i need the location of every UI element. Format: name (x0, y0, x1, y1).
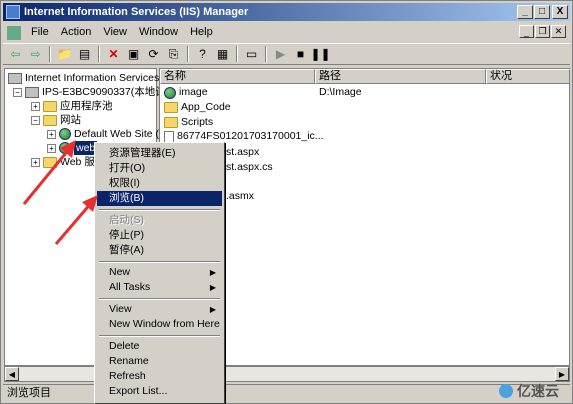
list-item[interactable]: image (164, 85, 208, 100)
collapse-icon[interactable]: − (13, 87, 22, 97)
tree-root[interactable]: Internet Information Services (8, 71, 159, 85)
expand-icon[interactable]: + (31, 157, 40, 167)
mdi-restore-button[interactable]: ❐ (535, 25, 550, 38)
folder-icon (43, 156, 57, 168)
ctx-delete[interactable]: Delete (97, 339, 222, 354)
globe-icon (59, 142, 71, 154)
forward-icon[interactable]: ⇨ (27, 46, 44, 63)
mdi-minimize-button[interactable]: _ (519, 25, 534, 38)
scroll-left-icon[interactable]: ◀ (5, 367, 19, 381)
ctx-view[interactable]: View ▶ (97, 302, 222, 317)
list-path: D:\Image (319, 86, 362, 98)
list-item[interactable]: .asmx (226, 189, 254, 204)
folder-icon (164, 117, 178, 128)
menu-file[interactable]: File (25, 23, 55, 42)
stop-icon[interactable]: ■ (292, 46, 309, 63)
ctx-permissions[interactable]: 权限(I) (97, 176, 222, 191)
maximize-button[interactable]: □ (534, 5, 550, 19)
ctx-stop[interactable]: 停止(P) (97, 228, 222, 243)
computer-icon[interactable]: ▭ (243, 46, 260, 63)
list-item[interactable]: st.aspx.cs (226, 160, 273, 175)
menu-action[interactable]: Action (55, 23, 98, 42)
pause-icon[interactable]: ❚❚ (310, 46, 330, 63)
console-icon[interactable]: ▦ (214, 46, 231, 63)
ctx-browse[interactable]: 浏览(B) (97, 191, 222, 206)
file-icon (164, 130, 174, 143)
ctx-refresh[interactable]: Refresh (97, 369, 222, 384)
list-item[interactable]: App_Code (164, 100, 231, 115)
watermark-logo-icon (499, 384, 513, 398)
play-icon[interactable]: ▶ (272, 46, 289, 63)
delete-icon[interactable]: ✕ (105, 46, 122, 63)
help-icon[interactable]: ? (194, 46, 211, 63)
tree-app-pools[interactable]: + 应用程序池 (31, 99, 113, 113)
list-item[interactable]: Scripts (164, 115, 213, 130)
globe-icon (164, 86, 176, 99)
iis-manager-window: Internet Information Services (IIS) Mana… (0, 0, 573, 404)
properties-icon[interactable]: ▣ (125, 46, 142, 63)
show-hide-tree-icon[interactable]: ▤ (76, 46, 93, 63)
computer-icon (25, 86, 39, 98)
context-menu: 资源管理器(E) 打开(O) 权限(I) 浏览(B) 启动(S) 停止(P) 暂… (94, 142, 225, 404)
folder-icon (164, 102, 178, 113)
list-item[interactable]: st.aspx (226, 145, 259, 160)
menu-help[interactable]: Help (184, 23, 219, 42)
ctx-rename[interactable]: Rename (97, 354, 222, 369)
globe-icon (59, 128, 71, 140)
toolbar: ⇦ ⇨ 📁 ▤ ✕ ▣ ⟳ ⎘ ? ▦ ▭ ▶ ■ ❚❚ (3, 43, 570, 65)
iis-app-icon (6, 5, 20, 19)
menu-window[interactable]: Window (133, 23, 184, 42)
mmc-doc-icon (7, 25, 21, 40)
tree-web-site[interactable]: + web (47, 141, 98, 155)
export-icon[interactable]: ⎘ (165, 46, 182, 63)
expand-icon[interactable]: + (31, 101, 40, 111)
menu-bar: File Action View Window Help _ ❐ ✕ (3, 23, 570, 42)
collapse-icon[interactable]: − (31, 115, 40, 125)
ctx-export-list[interactable]: Export List... (97, 384, 222, 399)
window-title: Internet Information Services (IIS) Mana… (24, 6, 249, 18)
expand-icon[interactable]: + (47, 143, 56, 153)
folder-icon (43, 100, 57, 112)
submenu-arrow-icon: ▶ (209, 283, 216, 292)
watermark: 亿速云 (499, 381, 559, 401)
close-button[interactable]: X (552, 5, 568, 19)
column-name[interactable]: 名称 (160, 69, 315, 84)
ctx-explore[interactable]: 资源管理器(E) (97, 146, 222, 161)
up-folder-icon[interactable]: 📁 (56, 46, 73, 63)
ctx-start[interactable]: 启动(S) (97, 213, 222, 228)
tree-websites[interactable]: − 网站 (31, 113, 81, 127)
mdi-close-button[interactable]: ✕ (551, 25, 566, 38)
ctx-new-window[interactable]: New Window from Here (97, 317, 222, 332)
horizontal-scrollbar[interactable]: ◀ ▶ (4, 366, 570, 382)
scroll-right-icon[interactable]: ▶ (555, 367, 569, 381)
title-bar[interactable]: Internet Information Services (IIS) Mana… (3, 3, 570, 21)
ctx-new[interactable]: New ▶ (97, 265, 222, 280)
minimize-button[interactable]: _ (517, 5, 533, 19)
ctx-all-tasks[interactable]: All Tasks ▶ (97, 280, 222, 295)
folder-icon (43, 114, 57, 126)
submenu-arrow-icon: ▶ (209, 268, 216, 277)
submenu-arrow-icon: ▶ (209, 305, 216, 314)
refresh-icon[interactable]: ⟳ (145, 46, 162, 63)
ctx-pause[interactable]: 暂停(A) (97, 243, 222, 258)
ctx-open[interactable]: 打开(O) (97, 161, 222, 176)
column-path[interactable]: 路径 (315, 69, 486, 84)
iis-icon (8, 72, 22, 84)
menu-view[interactable]: View (97, 23, 133, 42)
expand-icon[interactable]: + (47, 129, 56, 139)
status-bar: 浏览项目 (3, 384, 570, 402)
column-status[interactable]: 状况 (486, 69, 570, 84)
back-icon[interactable]: ⇦ (7, 46, 24, 63)
status-text: 浏览项目 (7, 387, 51, 399)
